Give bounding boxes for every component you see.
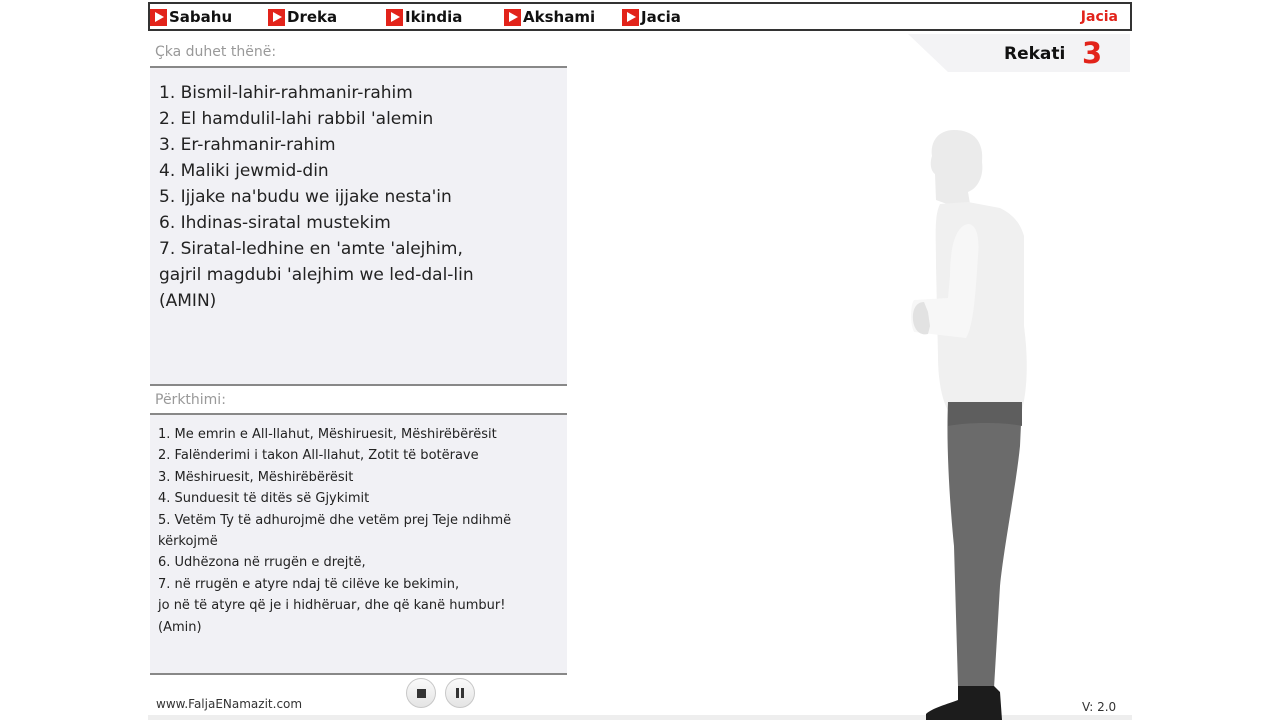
- rakat-label: Rekati: [1004, 44, 1066, 64]
- recite-line: 5. Ijjake na'budu we ijjake nesta'in: [159, 187, 452, 207]
- translation-line: 1. Me emrin e All-llahut, Mëshiruesit, M…: [158, 427, 497, 442]
- translation-line: 6. Udhëzona në rrugën e drejtë,: [158, 555, 366, 571]
- nav-label: Jacia: [641, 8, 681, 26]
- pause-icon: [456, 688, 464, 698]
- translation-heading: Përkthimi:: [155, 392, 226, 408]
- nav-ikindia[interactable]: Ikindia: [386, 7, 462, 27]
- rakat-number: 3: [1082, 36, 1103, 70]
- translation-line: 5. Vetëm Ty të adhurojmë dhe vetëm prej …: [158, 512, 512, 550]
- stop-button[interactable]: [406, 678, 436, 708]
- translation-panel: 1. Me emrin e All-llahut, Mëshiruesit, M…: [150, 413, 567, 675]
- recite-line: 4. Maliki jewmid-din: [159, 161, 329, 181]
- recite-line: 1. Bismil-lahir-rahmanir-rahim: [159, 83, 413, 103]
- play-icon: [150, 8, 167, 26]
- website-link[interactable]: www.FaljaENamazit.com: [156, 697, 302, 711]
- recite-line: 7. Siratal-ledhine en 'amte 'alejhim, ga…: [159, 239, 474, 311]
- pause-button[interactable]: [445, 678, 475, 708]
- nav-label: Dreka: [287, 8, 338, 26]
- prayer-nav-bar: Sabahu Dreka Ikindia Akshami Jacia Jacia: [148, 2, 1132, 31]
- figure-head: [930, 130, 983, 208]
- nav-label: Sabahu: [169, 8, 233, 26]
- figure-pants: [947, 402, 1022, 688]
- play-icon: [386, 8, 403, 26]
- recite-line: 6. Ihdinas-siratal mustekim: [159, 213, 391, 233]
- recite-line: 2. El hamdulil-lahi rabbil 'alemin: [159, 109, 434, 129]
- standing-figure-illustration: [911, 130, 1027, 720]
- figure-pants-shade: [948, 402, 1022, 426]
- translation-line: 7. në rrugën e atyre ndaj të cilëve ke b…: [158, 576, 506, 635]
- current-prayer-label: Jacia: [1080, 9, 1118, 25]
- nav-label: Akshami: [523, 8, 596, 26]
- translation-list: 1. Me emrin e All-llahut, Mëshiruesit, M…: [150, 415, 567, 638]
- nav-dreka[interactable]: Dreka: [268, 7, 337, 27]
- translation-line: 3. Mëshiruesit, Mëshirëbërësit: [158, 469, 354, 485]
- recite-heading: Çka duhet thënë:: [155, 44, 277, 60]
- recite-line: 3. Er-rahmanir-rahim: [159, 135, 336, 155]
- nav-label: Ikindia: [405, 8, 463, 26]
- play-icon: [504, 8, 521, 26]
- play-icon: [622, 8, 639, 26]
- translation-line: 4. Sunduesit të ditës së Gjykimit: [158, 491, 370, 507]
- translation-line: 2. Falënderimi i takon All-llahut, Zotit…: [158, 448, 479, 464]
- nav-akshami[interactable]: Akshami: [504, 7, 595, 27]
- version-label: V: 2.0: [1082, 700, 1117, 714]
- recite-panel: 1. Bismil-lahir-rahmanir-rahim 2. El ham…: [150, 66, 567, 386]
- figure-shoe: [926, 686, 1002, 720]
- prayer-app: Sabahu Dreka Ikindia Akshami Jacia Jacia…: [148, 0, 1132, 720]
- recite-list: 1. Bismil-lahir-rahmanir-rahim 2. El ham…: [150, 68, 567, 314]
- stop-icon: [416, 688, 426, 698]
- nav-jacia[interactable]: Jacia: [622, 7, 681, 27]
- play-icon: [268, 8, 285, 26]
- nav-sabahu[interactable]: Sabahu: [150, 7, 232, 27]
